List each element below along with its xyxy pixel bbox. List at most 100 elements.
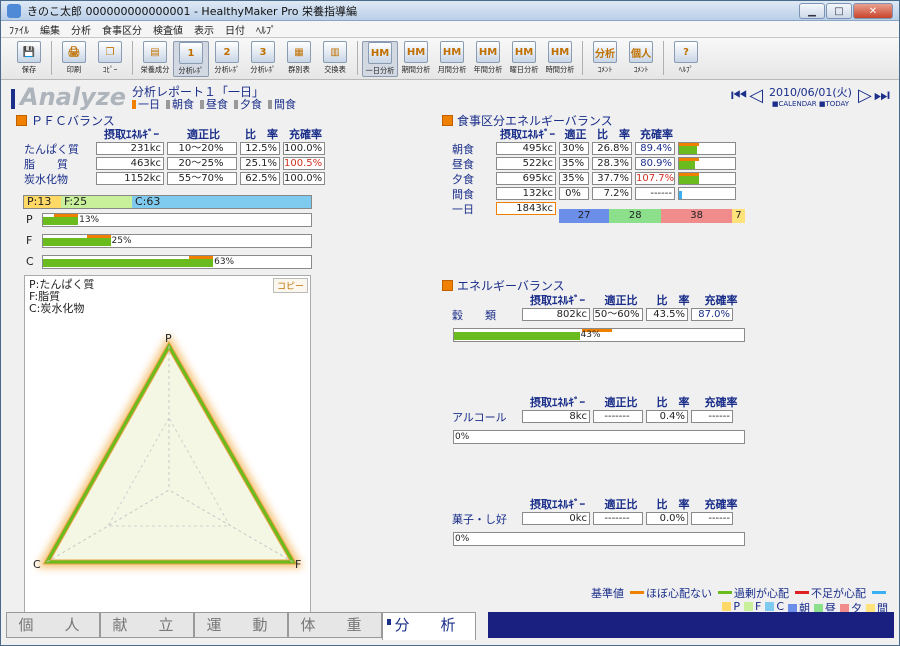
toolbar-label: 期間分析 — [401, 65, 431, 74]
day-analysis-button[interactable]: HM 一日分析 — [362, 41, 398, 77]
criteria-item — [872, 587, 888, 600]
bottom-tab[interactable]: 献 立 — [100, 612, 194, 638]
menu-item[interactable]: ﾌｧｲﾙ — [9, 22, 29, 37]
value-ratio: 62.5% — [240, 172, 280, 185]
value-ratio: 43.5% — [646, 308, 688, 321]
report2-button[interactable]: 2 分析ﾚﾎﾟ — [209, 41, 245, 77]
table-header: 摂取ｴﾈﾙｷﾞｰ 適正比 率充確率 — [452, 126, 736, 141]
column-header: 充確率 — [640, 127, 673, 141]
energy-bar: 0% — [453, 532, 745, 546]
header-accent — [11, 89, 15, 109]
menu-item[interactable]: 検査値 — [153, 22, 183, 37]
title-bar: きのこ太郎 000000000000001 - HealthyMaker Pro… — [1, 1, 899, 21]
comment-button[interactable]: 分析 ｺﾒﾝﾄ — [587, 41, 623, 77]
exchange-table-icon: ▥ — [323, 41, 347, 63]
weekday-analysis-button[interactable]: HM 曜日分析 — [506, 41, 542, 77]
time-analysis-button[interactable]: HM 時間分析 — [542, 41, 578, 77]
value-range: 30% — [559, 142, 589, 155]
report-tab[interactable]: 一日 — [132, 96, 160, 112]
pfc-bar-label: P — [26, 213, 33, 226]
value-rate: 100.0% — [283, 172, 325, 185]
status-area — [488, 612, 894, 638]
toolbar-label: ｺﾒﾝﾄ — [633, 65, 649, 74]
nutrition-button[interactable]: ▤ 栄養成分 — [137, 41, 173, 77]
personal-comment-button[interactable]: 個人 ｺﾒﾝﾄ — [623, 41, 659, 77]
column-header: 比 率 — [597, 127, 630, 141]
prev-date-icon[interactable]: ◁ — [749, 87, 763, 105]
minimize-button[interactable]: ▁ — [799, 3, 825, 19]
criteria-line — [718, 591, 732, 594]
close-button[interactable]: ✕ — [853, 3, 893, 19]
report3-button[interactable]: 3 分析ﾚﾎﾟ — [245, 41, 281, 77]
save-button[interactable]: 💾 保存 — [11, 41, 47, 77]
value-energy: 522kc — [496, 157, 556, 170]
value-range: 35% — [559, 157, 589, 170]
energy-bar-fill — [454, 332, 580, 340]
help-button[interactable]: ? ﾍﾙﾌﾟ — [668, 41, 704, 77]
meal-fill-bar — [678, 187, 736, 200]
report-tab[interactable]: 間食 — [268, 96, 296, 112]
value-range: ------- — [593, 410, 643, 423]
value-rate: 107.7% — [635, 172, 675, 185]
row-label: 朝食 — [452, 142, 474, 156]
bottom-tab[interactable]: 運 動 — [194, 612, 288, 638]
toolbar-label: 一日分析 — [365, 66, 395, 75]
day-analysis-icon: HM — [368, 42, 392, 64]
toolbar-separator — [663, 41, 664, 75]
year-analysis-button[interactable]: HM 年間分析 — [470, 41, 506, 77]
period-analysis-button[interactable]: HM 期間分析 — [398, 41, 434, 77]
report-tab[interactable]: 朝食 — [166, 96, 194, 112]
column-header: 摂取ｴﾈﾙｷﾞｰ — [530, 293, 585, 307]
weekday-analysis-icon: HM — [512, 41, 536, 63]
print-button[interactable]: 🖨 印刷 — [56, 41, 92, 77]
menu-item[interactable]: 日付 — [225, 22, 245, 37]
nutrition-icon: ▤ — [143, 41, 167, 63]
report-tab[interactable]: 夕食 — [234, 96, 262, 112]
value-range: 0% — [559, 187, 589, 200]
bottom-tab[interactable]: 分 析 — [382, 612, 476, 640]
bottom-tab[interactable]: 個 人 — [6, 612, 100, 638]
meal-fill-bar — [678, 157, 736, 170]
report-tab[interactable]: 昼食 — [200, 96, 228, 112]
last-date-icon[interactable]: ⏭ — [874, 87, 890, 105]
table-header: 摂取ｴﾈﾙｷﾞｰ 適正比 比 率充確率 — [24, 126, 328, 141]
row-label: 脂 質 — [24, 157, 68, 171]
menu-item[interactable]: 分析 — [71, 22, 91, 37]
criteria-item: ほぼ心配ない — [630, 585, 712, 601]
energy-row: 菓子・し好 0kc ------- 0.0% ------ — [452, 511, 745, 526]
toolbar-label: 分析ﾚﾎﾟ — [178, 66, 204, 75]
bottom-tab[interactable]: 体 重 — [288, 612, 382, 638]
toolbar: 💾 保存 🖨 印刷 ❐ ｺﾋﾟｰ ▤ 栄養成分 1 分析ﾚﾎﾟ 2 分析ﾚﾎﾟ 3 分析ﾚﾎﾟ ▦ 群別表 ▥ 交… — [1, 38, 899, 80]
triangle-svg: P C F — [33, 332, 304, 571]
menu-item[interactable]: 編集 — [40, 22, 60, 37]
color-swatch — [765, 602, 775, 611]
column-header: 適正比 — [187, 127, 220, 141]
copy-button[interactable]: ❐ ｺﾋﾟｰ — [92, 41, 128, 77]
table-row: 朝食 495kc 30% 26.8% 89.4% — [452, 141, 736, 156]
group-table-button[interactable]: ▦ 群別表 — [281, 41, 317, 77]
menu-item[interactable]: 表示 — [194, 22, 214, 37]
month-analysis-button[interactable]: HM 月間分析 — [434, 41, 470, 77]
next-date-icon[interactable]: ▷ — [858, 87, 872, 105]
meal-fill — [679, 146, 697, 154]
toolbar-label: 分析ﾚﾎﾟ — [214, 65, 240, 74]
menu-item[interactable]: 食事区分 — [102, 22, 142, 37]
pfc-bar: 25% — [42, 234, 312, 248]
table-row: 夕食 695kc 35% 37.7% 107.7% — [452, 171, 736, 186]
pfc-bar-label: C — [26, 255, 34, 268]
exchange-table-button[interactable]: ▥ 交換表 — [317, 41, 353, 77]
toolbar-separator — [357, 41, 358, 75]
value-energy: 8kc — [522, 410, 590, 423]
current-date[interactable]: 2010/06/01(火) — [769, 84, 852, 100]
toolbar-label: 印刷 — [66, 65, 82, 74]
menu-item[interactable]: ﾍﾙﾌﾟ — [256, 22, 276, 37]
toolbar-label: 年間分析 — [473, 65, 503, 74]
maximize-button[interactable]: □ — [826, 3, 852, 19]
energy-row: アルコール 8kc ------- 0.4% ------ — [452, 409, 745, 424]
toolbar-separator — [51, 41, 52, 75]
report1-button[interactable]: 1 分析ﾚﾎﾟ — [173, 41, 209, 77]
column-header: 充確率 — [704, 293, 738, 307]
first-date-icon[interactable]: ⏮ — [731, 87, 747, 105]
calendar-today-links[interactable]: ■CALENDAR ■TODAY — [769, 100, 852, 108]
copy-icon: ❐ — [98, 41, 122, 63]
